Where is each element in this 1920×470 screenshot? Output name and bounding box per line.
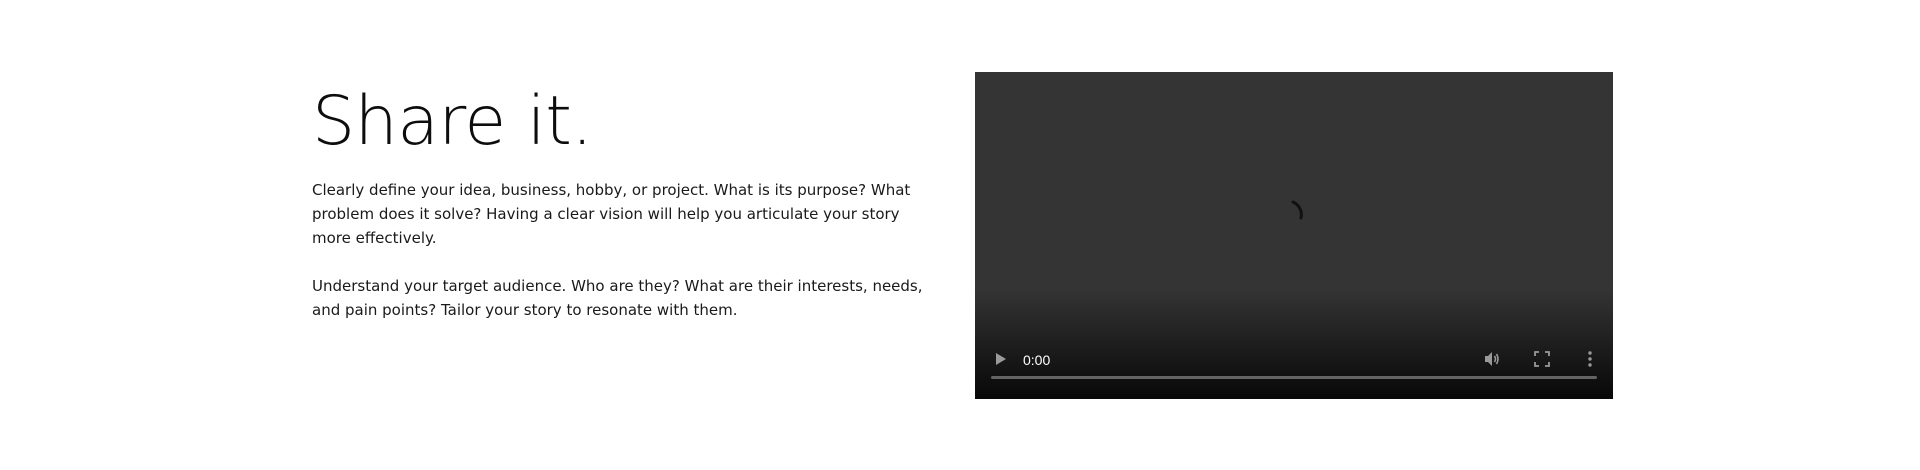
section-title: Share it. — [312, 82, 593, 161]
loading-spinner-icon — [1283, 196, 1319, 232]
more-options-button[interactable] — [1578, 349, 1602, 373]
video-progress-bar[interactable] — [991, 376, 1597, 379]
mute-button[interactable] — [1480, 349, 1504, 373]
current-time: 0:00 — [1023, 352, 1051, 368]
fullscreen-button[interactable] — [1530, 349, 1554, 373]
fullscreen-icon — [1534, 350, 1550, 372]
more-options-icon — [1587, 350, 1593, 372]
play-button[interactable] — [989, 349, 1013, 373]
paragraph-1: Clearly define your idea, business, hobb… — [312, 181, 911, 247]
video-player[interactable]: 0:00 — [975, 72, 1613, 399]
share-section: Share it. Clearly define your idea, busi… — [0, 0, 1920, 470]
video-controls: 0:00 — [975, 339, 1613, 399]
paragraph-2: Understand your target audience. Who are… — [312, 277, 923, 319]
play-icon — [994, 352, 1008, 371]
text-column: Share it. Clearly define your idea, busi… — [312, 80, 940, 319]
volume-icon — [1483, 350, 1501, 373]
